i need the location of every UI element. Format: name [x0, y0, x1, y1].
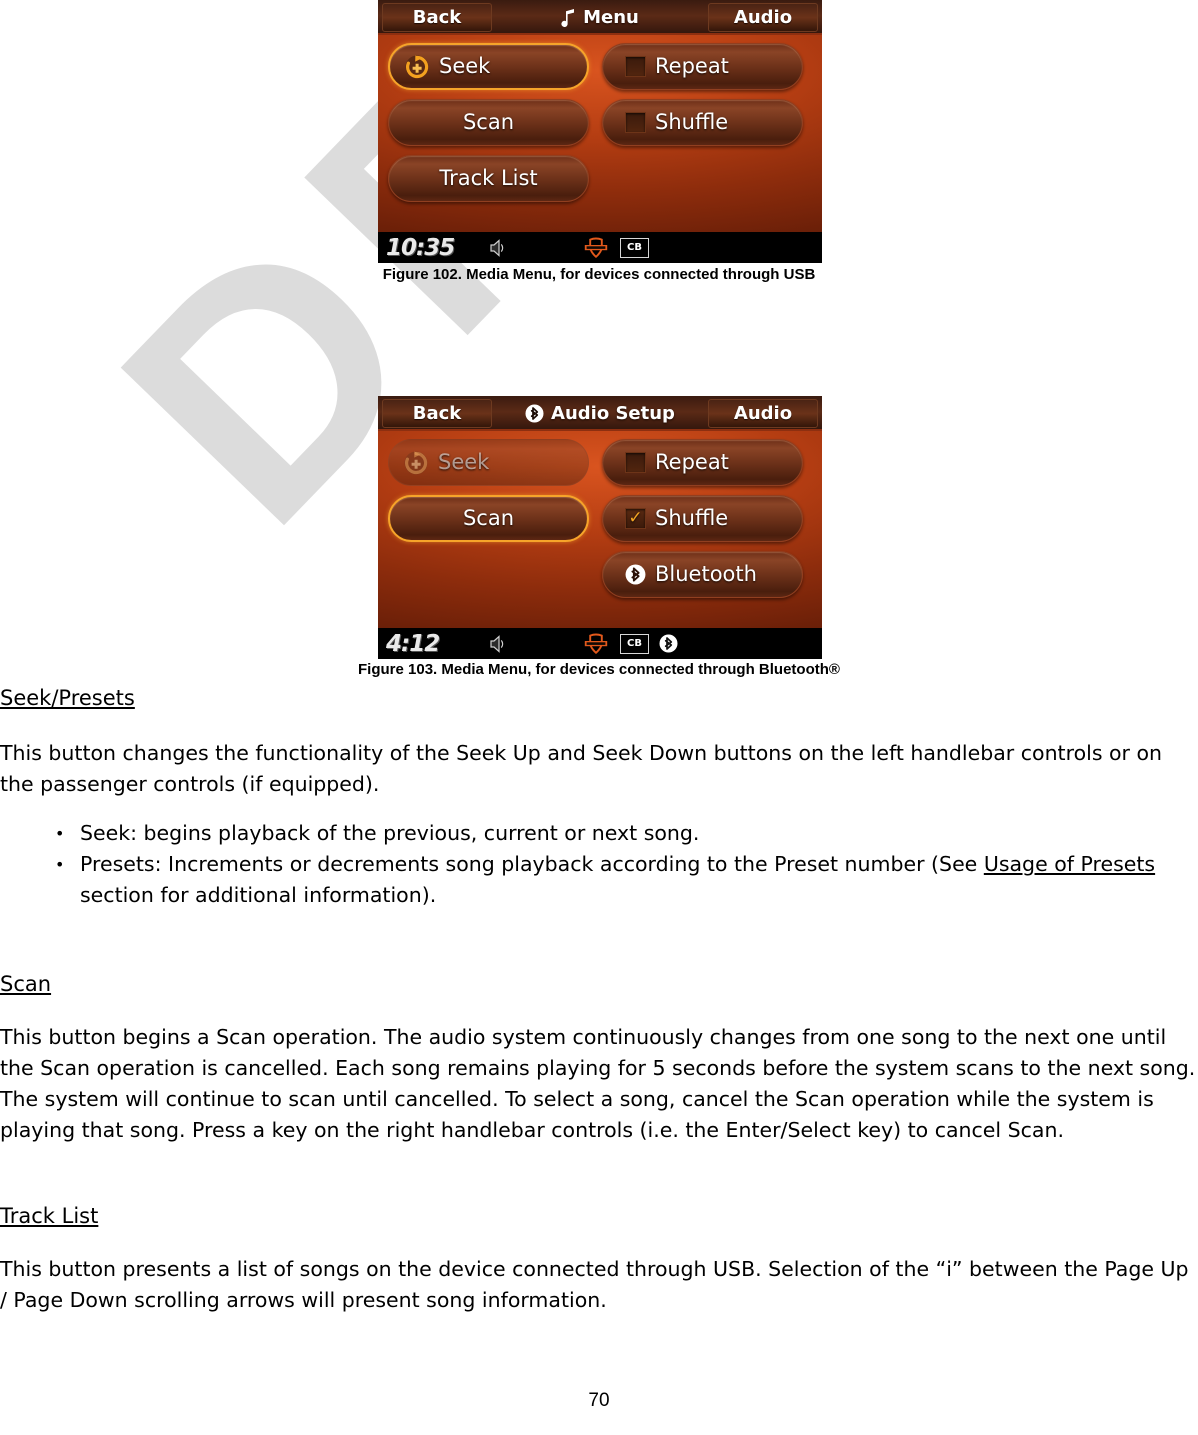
fig102-status-bar: 10:35 CB: [378, 232, 822, 263]
page-number: 70: [588, 1390, 610, 1411]
fig103-device-body: Seek Scan Repeat ✓ Shuffle Bluetooth: [378, 431, 822, 628]
list-item-text: Seek: begins playback of the previous, c…: [80, 821, 700, 845]
checkbox-unchecked-icon[interactable]: [625, 112, 646, 133]
fig102-audio-button[interactable]: Audio: [708, 3, 818, 32]
fig103-status-bar: 4:12 CB: [378, 628, 822, 659]
fig103-device-header: Back Audio Setup Audio: [378, 396, 822, 431]
paragraph-scan: This button begins a Scan operation. The…: [0, 1025, 1196, 1142]
figure-102-caption: Figure 102. Media Menu, for devices conn…: [382, 266, 816, 283]
fig102-header-title-text: Menu: [583, 7, 639, 28]
cb-radio-icon: CB: [620, 237, 649, 258]
fig102-track-list-button[interactable]: Track List: [388, 155, 589, 202]
seek-circular-arrow-plus-icon: [403, 450, 429, 476]
list-seek-presets: • Seek: begins playback of the previous,…: [0, 818, 1198, 911]
figure-103-device-screenshot: Back Audio Setup Audio Seek Scan Repeat …: [378, 396, 822, 659]
fig103-scan-button[interactable]: Scan: [388, 495, 589, 542]
fig103-seek-button: Seek: [388, 439, 589, 486]
seek-circular-arrow-plus-icon: [404, 54, 430, 80]
bullet-glyph: •: [55, 824, 65, 843]
fig103-repeat-button[interactable]: Repeat: [602, 439, 803, 486]
fig102-shuffle-button[interactable]: Shuffle: [602, 99, 803, 146]
fig102-repeat-button[interactable]: Repeat: [602, 43, 803, 90]
fig102-scan-label: Scan: [462, 110, 515, 134]
fig102-header-title: Menu: [492, 7, 708, 28]
fig103-right-column: Repeat ✓ Shuffle Bluetooth: [602, 439, 803, 628]
fig103-header-title: Audio Setup: [492, 403, 708, 424]
list-item-text-suffix: section for additional information).: [80, 883, 437, 907]
cb-radio-icon: CB: [620, 633, 649, 654]
bluetooth-icon: [625, 564, 646, 585]
speaker-icon: [488, 634, 506, 654]
bullet-glyph: •: [55, 855, 65, 874]
list-item: • Presets: Increments or decrements song…: [0, 849, 1198, 911]
paragraph-track-list: This button presents a list of songs on …: [0, 1257, 1189, 1312]
harley-davidson-bar-and-shield-icon: [584, 633, 608, 655]
figure-102-device-screenshot: Back Menu Audio Seek Scan Track List Rep…: [378, 0, 822, 263]
checkbox-checked-icon[interactable]: ✓: [625, 508, 646, 529]
harley-davidson-bar-and-shield-icon: [584, 237, 608, 259]
fig102-clock: 10:35: [386, 234, 455, 261]
checkbox-unchecked-icon[interactable]: [625, 452, 646, 473]
list-item: • Seek: begins playback of the previous,…: [0, 818, 1198, 849]
fig103-repeat-label: Repeat: [655, 450, 729, 474]
link-usage-of-presets[interactable]: Usage of Presets: [984, 852, 1155, 876]
fig102-device-body: Seek Scan Track List Repeat Shuffle: [378, 35, 822, 232]
fig103-shuffle-label: Shuffle: [655, 506, 729, 530]
fig102-back-button[interactable]: Back: [382, 3, 492, 32]
fig103-shuffle-button[interactable]: ✓ Shuffle: [602, 495, 803, 542]
fig102-right-column: Repeat Shuffle: [602, 43, 803, 232]
fig103-clock: 4:12: [386, 630, 440, 657]
fig103-bluetooth-button[interactable]: Bluetooth: [602, 551, 803, 598]
fig102-scan-button[interactable]: Scan: [388, 99, 589, 146]
fig102-seek-label: Seek: [439, 54, 491, 78]
fig102-seek-button[interactable]: Seek: [388, 43, 589, 90]
fig102-track-list-label: Track List: [439, 166, 538, 190]
bluetooth-icon: [525, 404, 544, 423]
fig102-left-column: Seek Scan Track List: [388, 43, 589, 232]
paragraph-seek-presets: This button changes the functionality of…: [0, 741, 1163, 796]
fig103-scan-label: Scan: [462, 506, 515, 530]
fig103-bluetooth-label: Bluetooth: [655, 562, 757, 586]
fig103-audio-button[interactable]: Audio: [708, 399, 818, 428]
fig102-device-header: Back Menu Audio: [378, 0, 822, 35]
fig102-repeat-label: Repeat: [655, 54, 729, 78]
list-item-text: Presets: Increments or decrements song p…: [80, 852, 984, 876]
bluetooth-icon: [659, 634, 678, 653]
heading-scan: Scan: [0, 972, 52, 996]
heading-seek-presets: Seek/Presets: [0, 686, 135, 710]
speaker-icon: [488, 238, 506, 258]
fig102-shuffle-label: Shuffle: [655, 110, 729, 134]
checkmark-glyph: ✓: [628, 508, 643, 528]
fig103-seek-label: Seek: [438, 450, 490, 474]
fig103-back-button[interactable]: Back: [382, 399, 492, 428]
heading-track-list: Track List: [0, 1204, 99, 1228]
checkbox-unchecked-icon[interactable]: [625, 56, 646, 77]
figure-103-caption: Figure 103. Media Menu, for devices conn…: [358, 661, 840, 678]
fig103-left-column: Seek Scan: [388, 439, 589, 628]
document-page: Back Menu Audio Seek Scan Track List Rep…: [0, 0, 1198, 1435]
music-note-icon: [561, 8, 576, 27]
fig103-header-title-text: Audio Setup: [551, 403, 675, 424]
